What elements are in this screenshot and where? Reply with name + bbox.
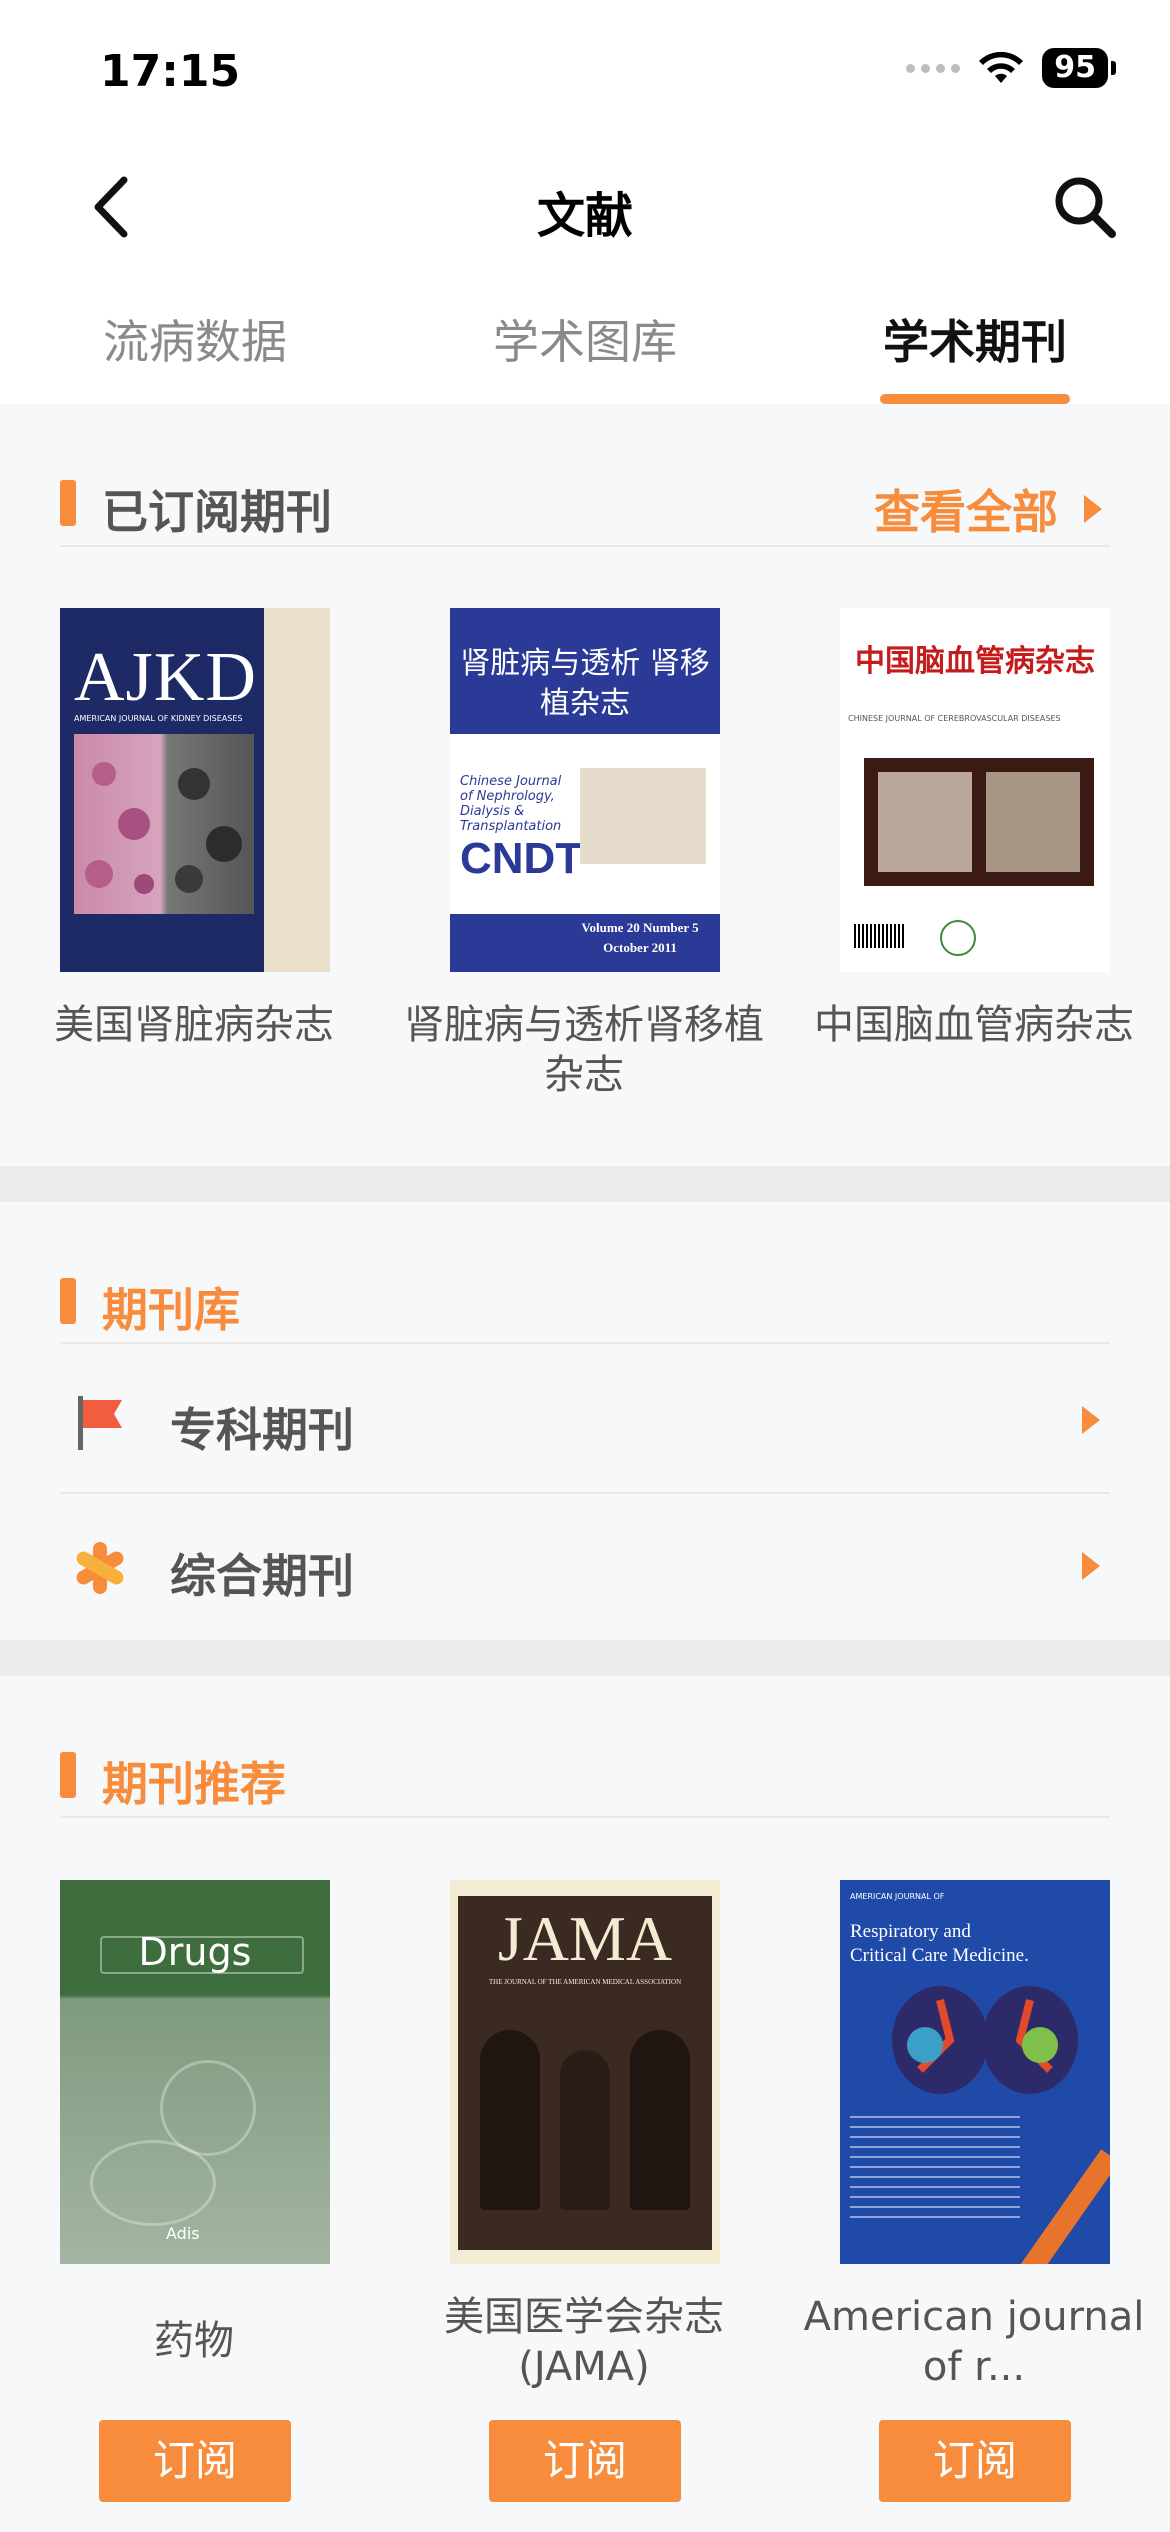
status-time: 17:15 <box>100 46 241 97</box>
section-separator <box>0 1166 1170 1202</box>
divider <box>60 1342 1110 1344</box>
status-icons: 95 <box>906 48 1116 88</box>
section-marker <box>60 1752 76 1798</box>
asterisk-icon <box>76 1542 124 1594</box>
journal-cover-cndt[interactable]: 肾脏病与透析 肾移植杂志 Chinese Journal of Nephrolo… <box>450 608 720 972</box>
cover-angiogram <box>864 758 1094 886</box>
library-header: 期刊库 <box>60 1260 1110 1340</box>
arrow-right-icon <box>1084 495 1102 523</box>
journal-cover-cerebrovascular[interactable]: 中国脑血管病杂志 CHINESE JOURNAL OF CEREBROVASCU… <box>840 608 1110 972</box>
cover-text-lines <box>850 2116 1020 2226</box>
recommended-title: 期刊推荐 <box>102 1757 286 1811</box>
see-all-button[interactable]: 查看全部 <box>874 476 1102 542</box>
tab-journals[interactable]: 学术期刊 <box>780 306 1170 404</box>
subscribe-button[interactable]: 订阅 <box>489 2420 681 2502</box>
flag-icon <box>78 1396 122 1450</box>
subscribed-header: 已订阅期刊 查看全部 <box>60 462 1110 542</box>
page-title: 文献 <box>536 188 633 244</box>
tab-epidemiology[interactable]: 流病数据 <box>0 306 390 404</box>
cover-figure <box>480 2030 540 2210</box>
recommended-header: 期刊推荐 <box>60 1734 1110 1814</box>
section-marker <box>60 1278 76 1324</box>
subscribe-button[interactable]: 订阅 <box>879 2420 1071 2502</box>
library-item-general[interactable]: 综合期刊 <box>60 1494 1110 1640</box>
arrow-right-icon <box>1082 1552 1100 1580</box>
library-title: 期刊库 <box>102 1283 240 1337</box>
divider <box>60 545 1110 547</box>
signal-icon <box>906 63 961 73</box>
cover-lung-scan <box>892 1986 1078 2094</box>
barcode-icon <box>854 924 904 948</box>
battery-icon: 95 <box>1042 48 1116 88</box>
wifi-icon <box>979 51 1024 83</box>
journal-title[interactable]: 美国医学会杂志 (JAMA) <box>394 2292 774 2392</box>
tab-bar: 流病数据 学术图库 学术期刊 <box>0 306 1170 404</box>
active-tab-indicator <box>880 394 1070 404</box>
search-icon[interactable] <box>1050 172 1120 242</box>
cover-micrograph <box>74 734 254 914</box>
divider <box>60 1816 1110 1818</box>
library-item-specialty[interactable]: 专科期刊 <box>60 1348 1110 1494</box>
tab-image-library[interactable]: 学术图库 <box>390 306 780 404</box>
battery-level: 95 <box>1042 48 1108 88</box>
journal-cover-ajrccm[interactable]: AMERICAN JOURNAL OF Respiratory and Crit… <box>840 1880 1110 2264</box>
cover-micrograph <box>580 768 706 864</box>
journal-cover-ajkd[interactable]: AJKD AMERICAN JOURNAL OF KIDNEY DISEASES <box>60 608 330 972</box>
journal-title[interactable]: 中国脑血管病杂志 <box>784 1000 1164 1050</box>
section-marker <box>60 480 76 526</box>
cover-logo: AJKD <box>74 639 257 716</box>
arrow-right-icon <box>1082 1406 1100 1434</box>
journal-cover-jama[interactable]: JAMA THE JOURNAL OF THE AMERICAN MEDICAL… <box>450 1880 720 2264</box>
journal-title[interactable]: 美国肾脏病杂志 <box>4 1000 384 1050</box>
journal-cover-drugs[interactable]: Drugs Adis <box>60 1880 330 2264</box>
subscribed-title: 已订阅期刊 <box>102 485 332 539</box>
journal-title[interactable]: 肾脏病与透析肾移植杂志 <box>394 1000 774 1100</box>
seal-icon <box>940 920 976 956</box>
journal-title[interactable]: American journal of r... <box>784 2292 1164 2392</box>
subscribe-button[interactable]: 订阅 <box>99 2420 291 2502</box>
journal-title[interactable]: 药物 <box>4 2316 384 2366</box>
section-separator <box>0 1640 1170 1676</box>
